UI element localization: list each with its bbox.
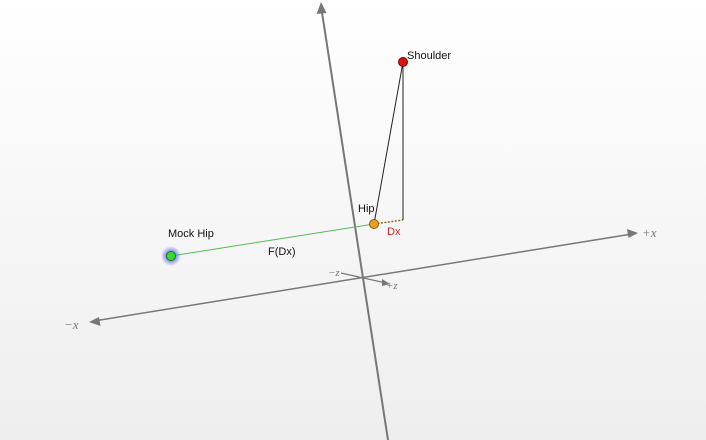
background <box>0 0 706 440</box>
f-dx-label: F(Dx) <box>268 246 296 258</box>
hip-point[interactable] <box>369 219 379 229</box>
mock-hip-point[interactable] <box>166 251 176 261</box>
plus-z-label: +z <box>386 280 398 292</box>
minus-z-label: −z <box>328 267 340 279</box>
plus-x-label: +x <box>642 225 657 240</box>
shoulder-label: Shoulder <box>407 50 451 62</box>
hip-label: Hip <box>358 203 375 215</box>
dx-label: Dx <box>387 226 401 238</box>
diagram-canvas: +x −x +z −z Shoulder Hip Mock Hip Dx F(D… <box>0 0 706 440</box>
mock-hip-label: Mock Hip <box>168 228 214 240</box>
minus-x-label: −x <box>64 317 79 332</box>
